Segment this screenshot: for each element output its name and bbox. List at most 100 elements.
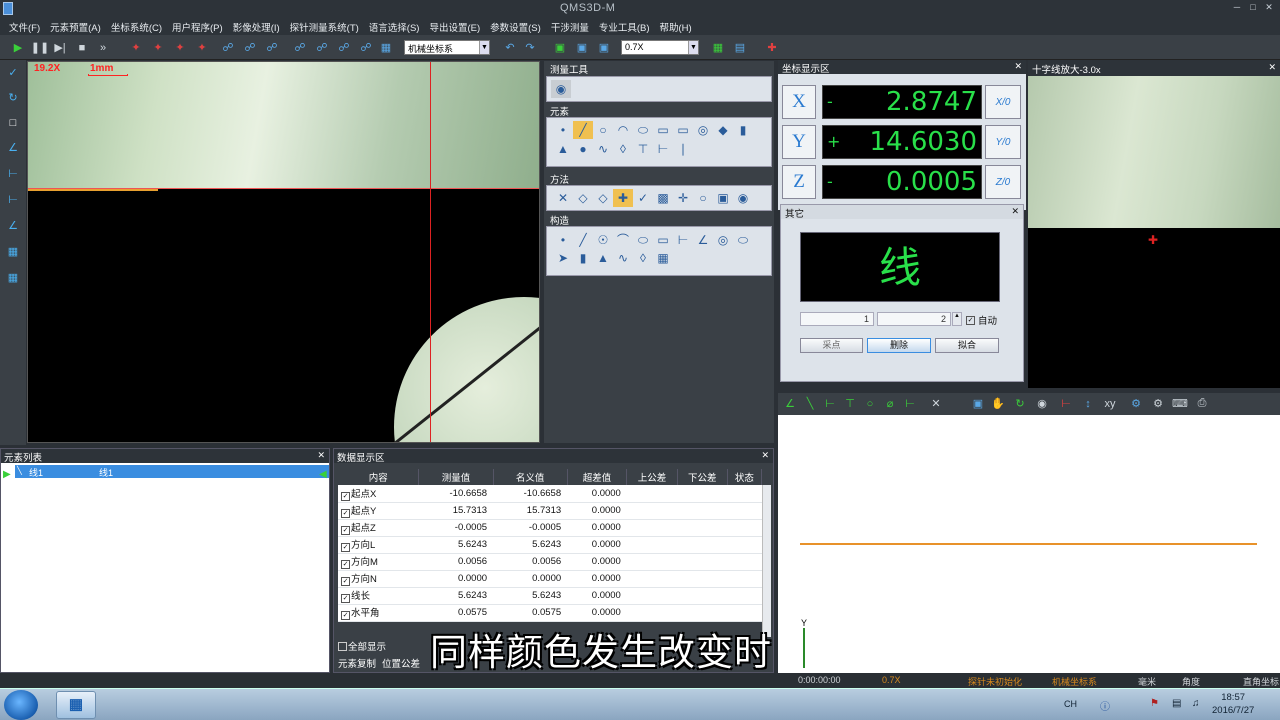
spinner-icon[interactable]: ▲ bbox=[952, 312, 962, 326]
delete-button[interactable]: 删除 bbox=[867, 338, 931, 353]
coord-4-icon[interactable]: ☍ bbox=[358, 40, 374, 55]
g-rotate-icon[interactable]: ↻ bbox=[1012, 396, 1028, 411]
g-cross-icon[interactable]: ✕ bbox=[928, 396, 944, 411]
g-line-icon[interactable]: ╲ bbox=[802, 396, 818, 411]
menu-parameters[interactable]: 参数设置(S) bbox=[485, 20, 546, 34]
c-ellipse2-icon[interactable]: ⬭ bbox=[733, 231, 753, 249]
cone-icon[interactable]: ▲ bbox=[553, 140, 573, 158]
c-ring-icon[interactable]: ◎ bbox=[713, 231, 733, 249]
cylinder-icon[interactable]: ▮ bbox=[733, 121, 753, 139]
c-angle-icon[interactable]: ∠ bbox=[693, 231, 713, 249]
coord-1-icon[interactable]: ☍ bbox=[292, 40, 308, 55]
auto-edge-icon[interactable]: ✚ bbox=[613, 189, 633, 207]
coord-3-icon[interactable]: ☍ bbox=[336, 40, 352, 55]
col-content[interactable]: 内容 bbox=[338, 469, 420, 485]
plane-icon[interactable]: ◆ bbox=[713, 121, 733, 139]
c-line-icon[interactable]: ╱ bbox=[573, 231, 593, 249]
table-icon[interactable]: ▦ bbox=[710, 40, 726, 55]
dimension-icon[interactable]: ⊢ bbox=[5, 166, 21, 181]
probe-point-icon[interactable]: ✦ bbox=[128, 40, 144, 55]
circle-method-icon[interactable]: ○ bbox=[693, 189, 713, 207]
tag-icon[interactable]: ◊ bbox=[613, 140, 633, 158]
close-icon[interactable]: ✕ bbox=[317, 450, 325, 461]
col-lower-tol[interactable]: 下公差 bbox=[677, 469, 728, 485]
taskbar-app-qms[interactable]: ▦ bbox=[56, 691, 96, 719]
flag-icon[interactable]: ⚑ bbox=[1150, 698, 1159, 709]
g-dim-icon[interactable]: ⊢ bbox=[902, 396, 918, 411]
distance-icon[interactable]: ⊢ bbox=[5, 192, 21, 207]
graph-view[interactable]: Y bbox=[778, 415, 1280, 673]
g-xy-label-icon[interactable]: xy bbox=[1102, 396, 1118, 411]
col-measured[interactable]: 测量值 bbox=[418, 469, 494, 485]
row-checkbox[interactable]: ✓ bbox=[341, 509, 350, 518]
tab-position-tolerance[interactable]: 位置公差 bbox=[382, 656, 420, 670]
arc-icon[interactable]: ◠ bbox=[613, 121, 633, 139]
table-row[interactable]: ✓ 方向M 0.0056 0.0056 0.0000 bbox=[338, 553, 762, 571]
menu-pro-tools[interactable]: 专业工具(B) bbox=[594, 20, 655, 34]
c-ellipse-icon[interactable]: ⬭ bbox=[633, 231, 653, 249]
menu-element-preset[interactable]: 元素预置(A) bbox=[45, 20, 106, 34]
row-checkbox[interactable]: ✓ bbox=[341, 611, 350, 620]
g-settings-icon[interactable]: ⚙ bbox=[1128, 396, 1144, 411]
light-icon[interactable]: ▣ bbox=[552, 40, 568, 55]
fast-forward-icon[interactable]: » bbox=[95, 40, 111, 55]
g-xy-icon[interactable]: ↕ bbox=[1080, 396, 1096, 411]
c-point-icon[interactable]: • bbox=[553, 231, 573, 249]
row-checkbox[interactable]: ✓ bbox=[341, 526, 350, 535]
width-icon[interactable]: ⊢ bbox=[653, 140, 673, 158]
auto-checkbox[interactable]: ✓ 自动 bbox=[966, 313, 997, 327]
g-diameter-icon[interactable]: ⌀ bbox=[882, 396, 898, 411]
focus-method-icon[interactable]: ▣ bbox=[713, 189, 733, 207]
c-cone-icon[interactable]: ▲ bbox=[593, 249, 613, 267]
image-icon[interactable]: ▣ bbox=[596, 40, 612, 55]
run-icon[interactable]: ▶ bbox=[10, 40, 26, 55]
report-icon[interactable]: ▤ bbox=[732, 40, 748, 55]
probe-circle-icon[interactable]: ✦ bbox=[172, 40, 188, 55]
c-arc-icon[interactable]: ⌒ bbox=[613, 230, 633, 248]
angle-icon[interactable]: ∠ bbox=[5, 140, 21, 155]
line-icon[interactable]: ╱ bbox=[573, 121, 593, 139]
edge-icon[interactable]: ▣ bbox=[574, 40, 590, 55]
g-print-icon[interactable]: ⎙ bbox=[1194, 396, 1210, 411]
gap-icon[interactable]: ∣ bbox=[673, 140, 693, 158]
c-grid-icon[interactable]: ▦ bbox=[653, 249, 673, 267]
diamond-method-icon[interactable]: ◇ bbox=[573, 189, 593, 207]
menu-interference[interactable]: 干涉测量 bbox=[546, 20, 594, 34]
pause-icon[interactable]: ❚❚ bbox=[31, 40, 49, 55]
maximize-icon[interactable]: □ bbox=[1246, 2, 1260, 14]
g-width-icon[interactable]: ⊢ bbox=[822, 396, 838, 411]
sample-button[interactable]: 采点 bbox=[800, 338, 863, 353]
edge-method-icon[interactable]: ◇ bbox=[593, 189, 613, 207]
fit-button[interactable]: 拟合 bbox=[935, 338, 999, 353]
plus-method-icon[interactable]: ✛ bbox=[673, 189, 693, 207]
table-row[interactable]: ✓ 起点Y 15.7313 15.7313 0.0000 bbox=[338, 502, 762, 520]
probe-icon[interactable]: ✓ bbox=[5, 65, 21, 80]
angle-measure-icon[interactable]: ∠ bbox=[5, 218, 21, 233]
point-icon[interactable]: • bbox=[553, 121, 573, 139]
save-icon[interactable]: ▦ bbox=[378, 40, 394, 55]
coord-2-icon[interactable]: ☍ bbox=[314, 40, 330, 55]
close-icon[interactable]: ✕ bbox=[1011, 206, 1019, 217]
g-view-icon[interactable]: ◉ bbox=[1034, 396, 1050, 411]
c-tag-icon[interactable]: ◊ bbox=[633, 249, 653, 267]
row-checkbox[interactable]: ✓ bbox=[341, 577, 350, 586]
c-probe-icon[interactable]: ➤ bbox=[553, 249, 573, 267]
align-1-icon[interactable]: ☍ bbox=[220, 40, 236, 55]
undo-icon[interactable]: ↶ bbox=[502, 40, 518, 55]
slot-icon[interactable]: ▭ bbox=[673, 121, 693, 139]
menu-user-program[interactable]: 用户程序(P) bbox=[167, 20, 228, 34]
close-icon[interactable]: ✕ bbox=[1268, 62, 1276, 73]
camera-icon[interactable]: ◉ bbox=[551, 80, 571, 98]
g-circle-icon[interactable]: ○ bbox=[862, 396, 878, 411]
g-eraser-icon[interactable]: ⌨ bbox=[1172, 396, 1188, 411]
box-method-icon[interactable]: ▩ bbox=[653, 189, 673, 207]
curve-icon[interactable]: ∿ bbox=[593, 140, 613, 158]
show-all-checkbox[interactable]: 全部显示 bbox=[338, 639, 386, 653]
row-checkbox[interactable]: ✓ bbox=[341, 543, 350, 552]
language-indicator[interactable]: CH bbox=[1064, 699, 1077, 709]
col-deviation[interactable]: 超差值 bbox=[567, 469, 628, 485]
row-checkbox[interactable]: ✓ bbox=[341, 491, 350, 501]
table-row[interactable]: ✓ 方向N 0.0000 0.0000 0.0000 bbox=[338, 570, 762, 588]
align-2-icon[interactable]: ☍ bbox=[242, 40, 258, 55]
menu-probe-system[interactable]: 探针测量系统(T) bbox=[285, 20, 364, 34]
